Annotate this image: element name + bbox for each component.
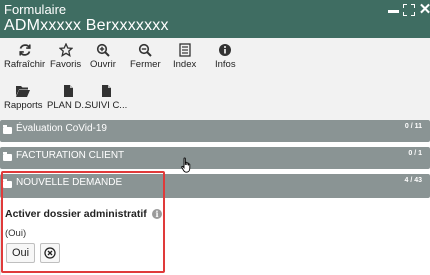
refresh-label: Rafraîchir xyxy=(4,59,46,70)
list-icon xyxy=(178,43,191,57)
section-label: NOUVELLE DEMANDE xyxy=(16,177,123,188)
folder-icon xyxy=(3,179,12,188)
zoom-in-icon xyxy=(96,43,110,57)
title-bar: Formulaire ADMxxxxx Berxxxxxxx ✕ xyxy=(0,0,430,38)
window-title: Formulaire xyxy=(4,2,67,17)
open-label: Ouvrir xyxy=(90,59,116,70)
hand-cursor-icon xyxy=(181,157,193,178)
open-button[interactable]: Ouvrir xyxy=(90,43,116,70)
info-icon[interactable]: i xyxy=(152,209,162,219)
section-nouvelle-demande[interactable]: NOUVELLE DEMANDE 4 / 43 xyxy=(0,174,430,198)
clear-button[interactable] xyxy=(40,243,60,263)
clear-icon xyxy=(44,247,56,259)
reports-label: Rapports xyxy=(4,100,43,111)
plan-label: PLAN D... xyxy=(47,100,90,111)
section-count: 4 / 43 xyxy=(404,177,422,184)
yes-button[interactable]: Oui xyxy=(6,243,35,263)
infos-button[interactable]: Infos xyxy=(215,43,236,70)
record-title: ADMxxxxx Berxxxxxxx xyxy=(4,17,169,34)
index-button[interactable]: Index xyxy=(173,43,196,70)
section-count: 0 / 1 xyxy=(408,150,422,157)
close-label: Fermer xyxy=(130,59,161,70)
suivi-label: SUIVI C... xyxy=(85,100,128,111)
folder-icon xyxy=(3,152,12,161)
close-button[interactable]: Fermer xyxy=(130,43,161,70)
section-evaluation-covid[interactable]: Évaluation CoVid-19 0 / 11 xyxy=(0,120,430,142)
favorites-button[interactable]: Favoris xyxy=(50,43,81,70)
zoom-out-icon xyxy=(139,43,153,57)
refresh-button[interactable]: Rafraîchir xyxy=(4,43,45,70)
section-label: Évaluation CoVid-19 xyxy=(16,123,107,134)
close-icon[interactable]: ✕ xyxy=(418,2,430,17)
favorites-label: Favoris xyxy=(50,59,82,70)
field-value: (Oui) xyxy=(5,228,27,239)
suivi-button[interactable]: SUIVI C... xyxy=(85,84,127,111)
star-icon xyxy=(58,43,73,57)
reports-button[interactable]: Rapports xyxy=(4,84,43,111)
folder-icon xyxy=(3,125,12,134)
refresh-icon xyxy=(18,44,31,56)
maximize-icon[interactable] xyxy=(402,3,416,17)
folder-open-icon xyxy=(16,86,31,97)
section-label: FACTURATION CLIENT xyxy=(16,150,125,161)
infos-label: Infos xyxy=(215,59,236,70)
info-icon xyxy=(219,44,232,56)
minimize-icon[interactable] xyxy=(386,3,400,17)
plan-button[interactable]: PLAN D... xyxy=(47,84,89,111)
section-count: 0 / 11 xyxy=(404,123,422,130)
index-label: Index xyxy=(173,59,197,70)
section-facturation-client[interactable]: FACTURATION CLIENT 0 / 1 xyxy=(0,147,430,169)
document-icon xyxy=(102,85,112,97)
field-label: Activer dossier administratif xyxy=(5,208,147,220)
document-icon xyxy=(64,85,74,97)
